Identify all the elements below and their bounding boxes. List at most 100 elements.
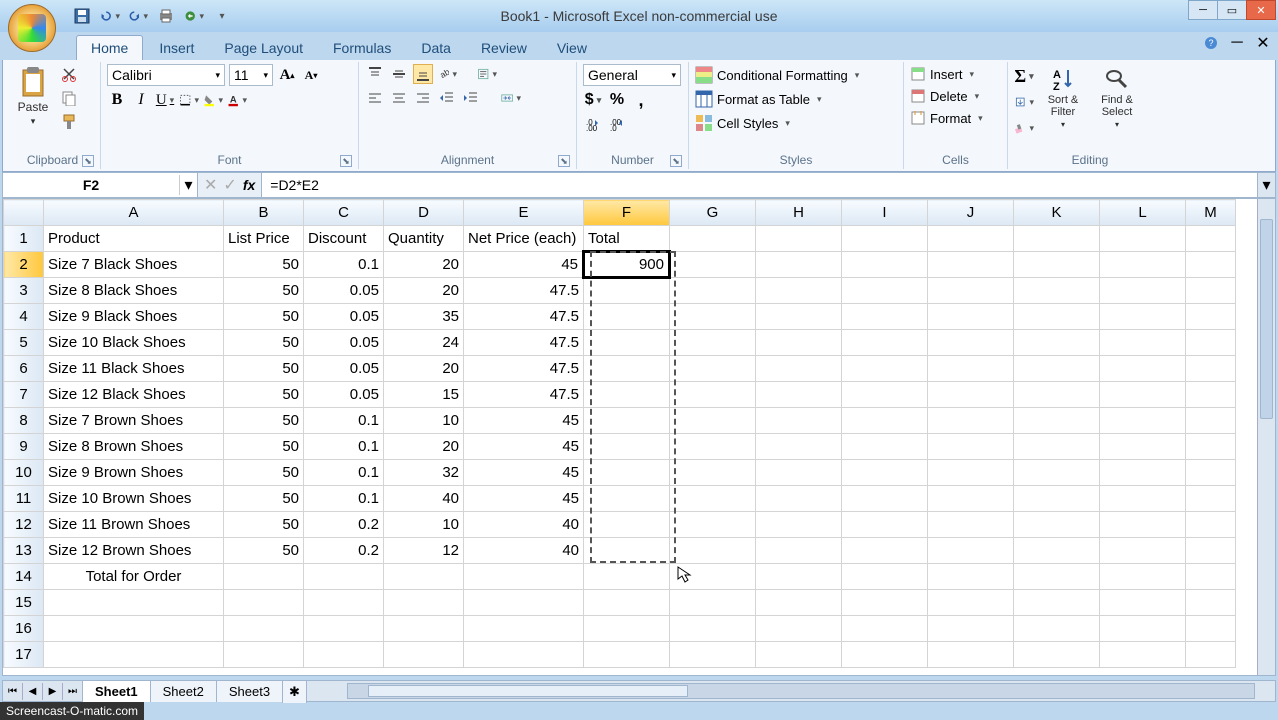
redo-icon[interactable]	[128, 6, 148, 26]
cell[interactable]: 15	[384, 382, 464, 408]
cell[interactable]	[1100, 252, 1186, 278]
cell[interactable]	[304, 564, 384, 590]
tab-insert[interactable]: Insert	[145, 36, 208, 60]
column-header[interactable]: D	[384, 200, 464, 226]
cell[interactable]: 47.5	[464, 330, 584, 356]
cell[interactable]	[1014, 252, 1100, 278]
cell[interactable]	[756, 330, 842, 356]
workbook-close-icon[interactable]: ✕	[1254, 34, 1272, 52]
column-header[interactable]: B	[224, 200, 304, 226]
cell[interactable]	[842, 408, 928, 434]
cell[interactable]: Size 10 Brown Shoes	[44, 486, 224, 512]
row-header[interactable]: 17	[4, 642, 44, 668]
cell[interactable]	[304, 590, 384, 616]
row-header[interactable]: 12	[4, 512, 44, 538]
row-header[interactable]: 7	[4, 382, 44, 408]
copy-icon[interactable]	[59, 88, 79, 108]
cell[interactable]	[584, 642, 670, 668]
cell[interactable]	[584, 538, 670, 564]
cell[interactable]	[1014, 382, 1100, 408]
cell[interactable]	[1100, 590, 1186, 616]
cell[interactable]	[1014, 278, 1100, 304]
column-header[interactable]: H	[756, 200, 842, 226]
cell[interactable]: 50	[224, 460, 304, 486]
cell[interactable]	[928, 460, 1014, 486]
number-format-select[interactable]: General▾	[583, 64, 681, 86]
select-all-corner[interactable]	[4, 200, 44, 226]
format-cells-button[interactable]: Format	[910, 110, 983, 126]
cell[interactable]: 0.1	[304, 460, 384, 486]
cell[interactable]: 0.05	[304, 356, 384, 382]
font-dialog-icon[interactable]: ⬊	[340, 155, 352, 167]
cell[interactable]	[1186, 512, 1236, 538]
cell[interactable]	[1186, 252, 1236, 278]
cell[interactable]	[756, 486, 842, 512]
cell[interactable]	[1186, 226, 1236, 252]
cell[interactable]: 20	[384, 252, 464, 278]
cell[interactable]	[842, 538, 928, 564]
sheet-nav-first-icon[interactable]: ⏮	[3, 683, 23, 700]
fx-icon[interactable]: fx	[243, 177, 255, 193]
cell[interactable]: 50	[224, 512, 304, 538]
cell[interactable]: 50	[224, 408, 304, 434]
cell[interactable]: 50	[224, 538, 304, 564]
cell[interactable]: Discount	[304, 226, 384, 252]
cell[interactable]	[670, 642, 756, 668]
cell[interactable]	[928, 486, 1014, 512]
cell[interactable]	[1186, 616, 1236, 642]
cell[interactable]	[584, 590, 670, 616]
qat-customize-icon[interactable]: ▾	[212, 6, 232, 26]
tab-data[interactable]: Data	[407, 36, 465, 60]
row-header[interactable]: 10	[4, 460, 44, 486]
conditional-formatting-button[interactable]: Conditional Formatting	[695, 66, 859, 84]
cell[interactable]	[842, 616, 928, 642]
cell[interactable]	[670, 512, 756, 538]
cell[interactable]	[670, 226, 756, 252]
cell[interactable]	[584, 408, 670, 434]
cell[interactable]	[1186, 382, 1236, 408]
tab-formulas[interactable]: Formulas	[319, 36, 405, 60]
cell[interactable]: 0.2	[304, 538, 384, 564]
cell[interactable]	[928, 278, 1014, 304]
enter-formula-icon[interactable]: ✓	[223, 175, 236, 195]
column-header[interactable]: E	[464, 200, 584, 226]
cell[interactable]	[756, 564, 842, 590]
cell[interactable]	[584, 382, 670, 408]
sheet-tab-2[interactable]: Sheet2	[150, 680, 217, 702]
cell[interactable]: 47.5	[464, 278, 584, 304]
cell[interactable]	[756, 642, 842, 668]
cell[interactable]	[1186, 564, 1236, 590]
font-family-select[interactable]: Calibri▾	[107, 64, 225, 86]
cell[interactable]	[1100, 512, 1186, 538]
cell[interactable]	[44, 616, 224, 642]
autosum-icon[interactable]: Σ	[1014, 66, 1034, 86]
cell[interactable]: 20	[384, 356, 464, 382]
tab-page-layout[interactable]: Page Layout	[210, 36, 317, 60]
cell[interactable]	[584, 330, 670, 356]
sort-filter-button[interactable]: AZ Sort & Filter▾	[1038, 64, 1088, 131]
cell[interactable]	[842, 278, 928, 304]
cell[interactable]	[1014, 226, 1100, 252]
name-box-dropdown-icon[interactable]: ▾	[179, 175, 197, 195]
cell[interactable]	[384, 590, 464, 616]
cell[interactable]: Total for Order	[44, 564, 224, 590]
cell[interactable]	[1186, 408, 1236, 434]
column-header[interactable]: F	[584, 200, 670, 226]
cell[interactable]	[44, 642, 224, 668]
cell[interactable]: 0.1	[304, 486, 384, 512]
cell[interactable]	[670, 330, 756, 356]
column-header[interactable]: C	[304, 200, 384, 226]
row-header[interactable]: 16	[4, 616, 44, 642]
cell[interactable]: Size 9 Black Shoes	[44, 304, 224, 330]
cell[interactable]: 50	[224, 382, 304, 408]
new-sheet-icon[interactable]: ✱	[282, 680, 307, 703]
cell[interactable]	[928, 590, 1014, 616]
align-middle-icon[interactable]	[389, 64, 409, 84]
cell[interactable]: 40	[464, 538, 584, 564]
cell[interactable]	[1100, 538, 1186, 564]
cell[interactable]	[756, 460, 842, 486]
sheet-nav-prev-icon[interactable]: ◀	[23, 683, 43, 700]
cell[interactable]	[842, 382, 928, 408]
cell[interactable]	[756, 538, 842, 564]
cell[interactable]	[1014, 616, 1100, 642]
